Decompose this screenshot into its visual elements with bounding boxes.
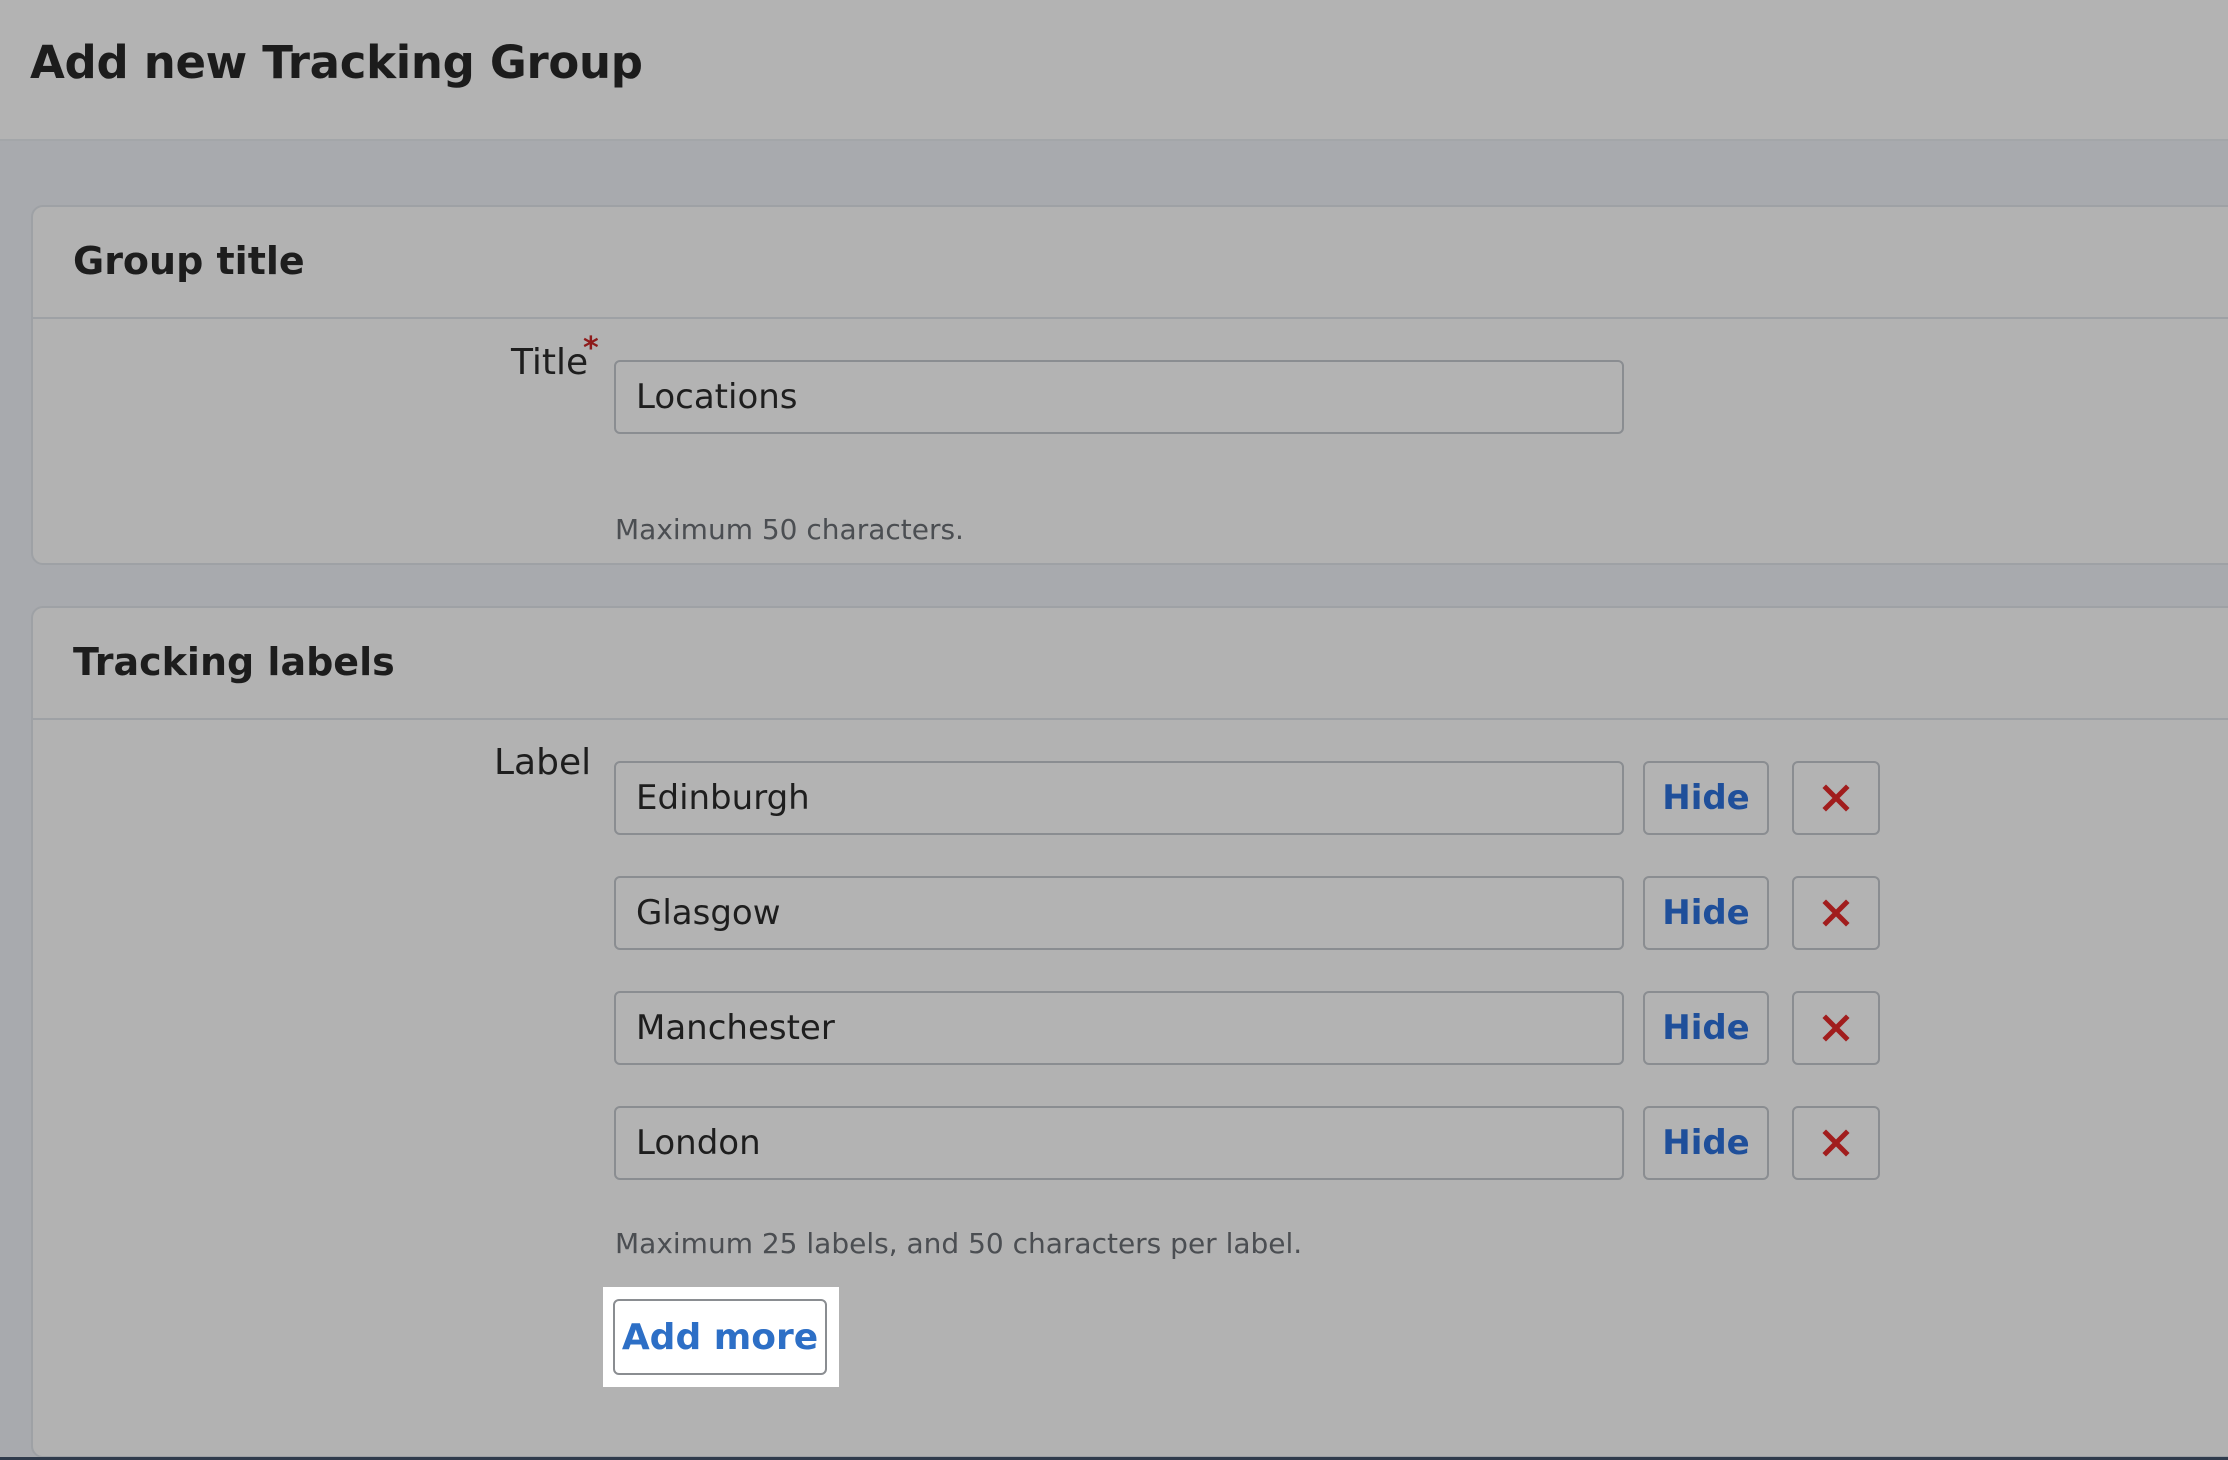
title-help-text: Maximum 50 characters.	[615, 513, 964, 546]
required-indicator: *	[583, 331, 599, 366]
labels-help-text: Maximum 25 labels, and 50 characters per…	[615, 1227, 1303, 1260]
card-header: Group title	[33, 207, 2228, 319]
label-input[interactable]	[614, 761, 1624, 835]
card-title-group: Group title	[73, 239, 305, 283]
page-body: Group title Title * Maximum 50 character…	[0, 141, 2228, 1458]
hide-button[interactable]: Hide	[1643, 761, 1769, 835]
remove-label-button[interactable]	[1792, 876, 1880, 950]
label-input[interactable]	[614, 876, 1624, 950]
label-field-label: Label	[494, 742, 592, 783]
card-title-labels: Tracking labels	[73, 640, 395, 684]
page-title: Add new Tracking Group	[30, 36, 643, 89]
label-input[interactable]	[614, 991, 1624, 1065]
group-title-card: Group title Title * Maximum 50 character…	[31, 205, 2228, 565]
hide-button[interactable]: Hide	[1643, 991, 1769, 1065]
title-field-label: Title	[511, 342, 589, 383]
add-more-button[interactable]: Add more	[613, 1299, 827, 1375]
title-input[interactable]	[614, 360, 1624, 434]
tracking-labels-card: Tracking labels Label Hide Hide Hide Hid…	[31, 606, 2228, 1458]
close-icon	[1822, 899, 1850, 927]
close-icon	[1822, 1014, 1850, 1042]
hide-button[interactable]: Hide	[1643, 1106, 1769, 1180]
card-header: Tracking labels	[33, 608, 2228, 720]
label-input[interactable]	[614, 1106, 1624, 1180]
remove-label-button[interactable]	[1792, 761, 1880, 835]
remove-label-button[interactable]	[1792, 1106, 1880, 1180]
close-icon	[1822, 784, 1850, 812]
remove-label-button[interactable]	[1792, 991, 1880, 1065]
hide-button[interactable]: Hide	[1643, 876, 1769, 950]
close-icon	[1822, 1129, 1850, 1157]
page-header: Add new Tracking Group	[0, 0, 2228, 141]
